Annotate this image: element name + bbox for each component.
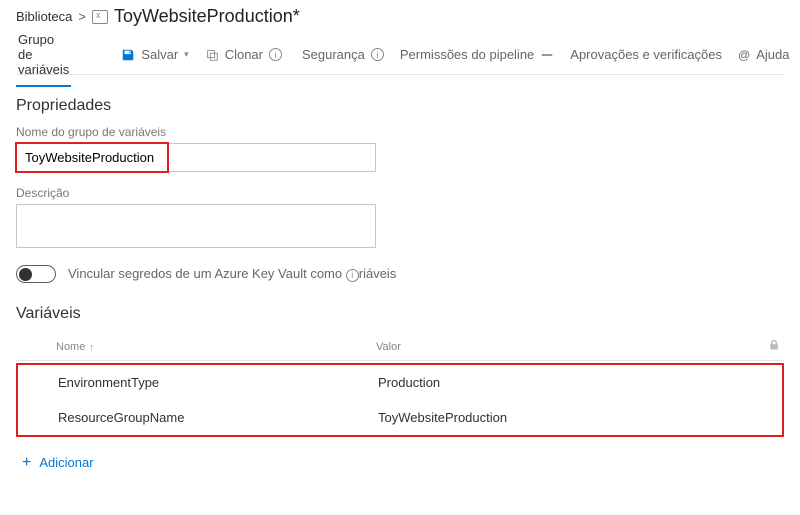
key-vault-label: Vincular segredos de um Azure Key Vault …: [68, 266, 396, 282]
key-vault-toggle[interactable]: [16, 265, 56, 283]
table-row[interactable]: ResourceGroupName ToyWebsiteProduction: [18, 400, 782, 435]
toolbar: Grupo de variáveis Salvar ▾ Clonar i Seg…: [16, 35, 784, 75]
description-label: Descrição: [16, 186, 784, 200]
properties-heading: Propriedades: [16, 97, 784, 115]
lock-icon: [754, 339, 784, 354]
table-row[interactable]: EnvironmentType Production: [18, 365, 782, 400]
pipeline-icon: [540, 48, 554, 62]
info-icon: i: [269, 48, 282, 61]
var-name-cell[interactable]: ResourceGroupName: [58, 410, 378, 425]
description-input[interactable]: [16, 204, 376, 248]
chevron-down-icon: ▾: [184, 49, 189, 60]
page-title: ToyWebsiteProduction*: [114, 6, 300, 27]
security-button[interactable]: Segurança i: [296, 43, 390, 66]
info-icon: i: [346, 269, 359, 282]
info-icon: i: [371, 48, 384, 61]
clone-button[interactable]: Clonar i: [199, 43, 288, 66]
group-name-input[interactable]: [16, 143, 376, 172]
chevron-right-icon: >: [78, 9, 86, 24]
variables-heading: Variáveis: [16, 305, 784, 323]
variables-table: Nome↑ Valor EnvironmentType Production R…: [16, 333, 784, 437]
help-button[interactable]: @ Ajuda: [732, 43, 795, 66]
breadcrumb: Biblioteca > ToyWebsiteProduction*: [16, 6, 784, 27]
save-icon: [121, 48, 135, 62]
column-name[interactable]: Nome↑: [56, 341, 376, 353]
var-value-cell[interactable]: ToyWebsiteProduction: [378, 410, 752, 425]
name-label: Nome do grupo de variáveis: [16, 125, 784, 139]
sort-asc-icon: ↑: [89, 342, 94, 352]
var-value-cell[interactable]: Production: [378, 375, 752, 390]
save-button[interactable]: Salvar ▾: [115, 43, 194, 66]
var-name-cell[interactable]: EnvironmentType: [58, 375, 378, 390]
highlight-box: EnvironmentType Production ResourceGroup…: [16, 363, 784, 437]
clone-icon: [205, 48, 219, 62]
approvals-button[interactable]: Aprovações e verificações: [564, 43, 728, 66]
variable-group-icon: [92, 10, 108, 24]
plus-icon: +: [22, 456, 31, 470]
tab-variable-group[interactable]: Grupo de variáveis: [16, 22, 71, 87]
pipeline-permissions-button[interactable]: Permissões do pipeline: [394, 43, 560, 66]
add-button[interactable]: + Adicionar: [22, 455, 94, 470]
column-value[interactable]: Valor: [376, 341, 754, 353]
